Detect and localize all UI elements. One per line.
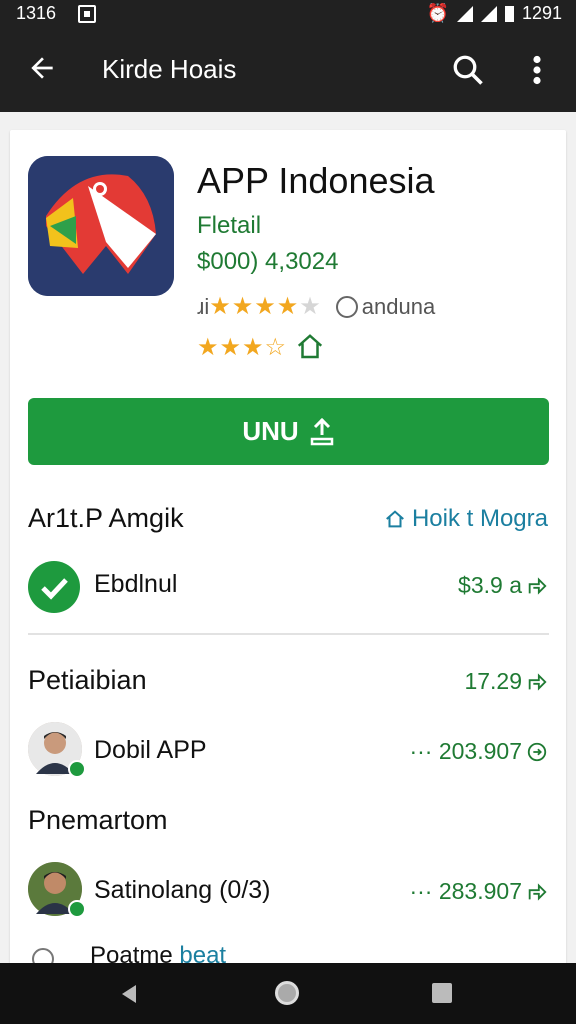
- arrow-left-icon[interactable]: [26, 52, 58, 84]
- status-bar: 1316 ⏰ 1291: [0, 0, 576, 28]
- page-title: Kirde Hoais: [102, 54, 237, 84]
- divider: [28, 633, 549, 635]
- avatar[interactable]: [28, 862, 86, 918]
- section-value-2[interactable]: 17.29: [464, 668, 548, 695]
- rating-label: anduna: [361, 293, 436, 319]
- check-icon: [41, 578, 68, 600]
- circle-icon: [335, 295, 358, 318]
- nav-back-icon[interactable]: [118, 983, 140, 1005]
- row-value-1[interactable]: $3.9 a: [458, 572, 548, 599]
- notification-icon: [78, 5, 96, 23]
- more-vert-icon[interactable]: [527, 52, 547, 88]
- share-icon: [528, 672, 547, 691]
- app-icon[interactable]: [28, 156, 174, 296]
- app-developer[interactable]: Fletail: [197, 212, 261, 240]
- signal-icon: [456, 5, 473, 22]
- row-value-3[interactable]: ··· 283.907: [409, 878, 548, 905]
- verified-check-icon: [28, 561, 80, 613]
- signal-icon: [480, 5, 497, 22]
- system-nav-bar: [0, 963, 576, 1024]
- install-button[interactable]: UNU: [28, 398, 549, 465]
- app-bar: Kirde Hoais: [0, 28, 576, 112]
- app-logo-graphic: [28, 156, 174, 296]
- home-outline-icon: [386, 510, 404, 528]
- rating-stars: ★★★★★: [209, 293, 322, 320]
- row-value-2-text: ··· 203.907: [409, 738, 522, 764]
- section-title-3: Pnemartom: [28, 805, 168, 835]
- rating-row: ɹi ★★★★★ anduna: [197, 292, 435, 321]
- section-value-2-text: 17.29: [464, 668, 522, 694]
- verified-badge-icon: [68, 900, 86, 918]
- row-label-3: Satinolang (0/3): [94, 876, 271, 904]
- app-name: APP Indonesia: [197, 160, 435, 201]
- battery-icon: [504, 5, 514, 22]
- nav-home-icon[interactable]: [275, 981, 299, 1005]
- alarm-icon: ⏰: [426, 3, 449, 23]
- section-link[interactable]: Hoik t Mogra: [384, 505, 548, 533]
- settings-circle-icon: [527, 742, 547, 761]
- download-icon: [310, 417, 333, 445]
- status-clock: 1291: [521, 3, 562, 23]
- share-icon: [528, 882, 547, 901]
- secondary-rating-row: ★★★☆: [197, 332, 325, 362]
- app-price: $000) 4,3024: [197, 248, 339, 275]
- status-icons: ⏰ 1291: [427, 3, 562, 24]
- row-value-2[interactable]: ··· 203.907: [409, 738, 548, 765]
- section-title-1: Ar1t.P Amgik: [28, 503, 184, 533]
- home-outline-icon: [297, 334, 323, 359]
- avatar[interactable]: [28, 722, 86, 778]
- status-time: 1316: [16, 3, 57, 23]
- rating-prefix: ɹi: [197, 293, 210, 319]
- install-label: UNU: [242, 416, 299, 446]
- row-label-1: Ebdlnul: [94, 570, 178, 598]
- section-link-label: Hoik t Mogra: [411, 505, 548, 532]
- app-detail-card: APP Indonesia Fletail $000) 4,3024 ɹi ★★…: [10, 130, 566, 970]
- section-title-2: Petiaibian: [28, 665, 147, 695]
- rating-stars-secondary: ★★★☆: [197, 333, 288, 361]
- verified-badge-icon: [68, 760, 86, 778]
- row-label-2: Dobil APP: [94, 736, 207, 764]
- row-value-1-text: $3.9 a: [458, 572, 522, 598]
- search-icon[interactable]: [450, 52, 486, 88]
- nav-recents-icon[interactable]: [432, 983, 452, 1003]
- row-value-3-text: ··· 283.907: [409, 878, 522, 904]
- share-icon: [528, 576, 547, 595]
